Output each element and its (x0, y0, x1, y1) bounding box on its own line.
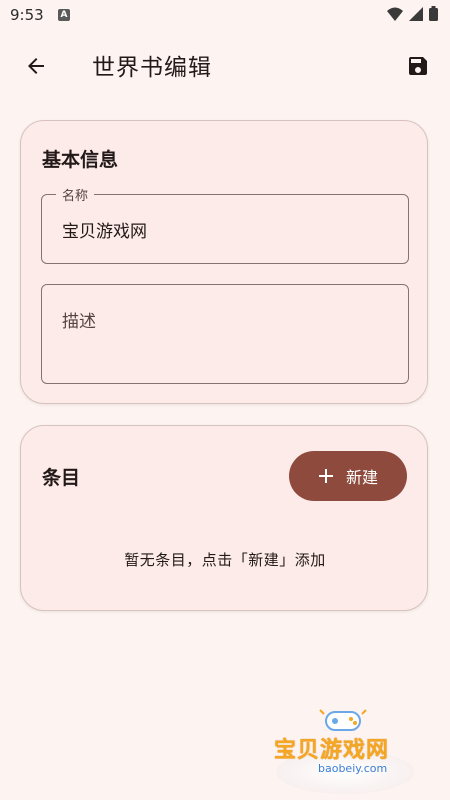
save-icon (409, 57, 427, 75)
status-icons (387, 6, 438, 21)
back-button[interactable] (20, 50, 52, 82)
app-bar: 世界书编辑 (0, 36, 450, 96)
description-field[interactable]: 描述 (41, 284, 409, 384)
basic-info-title: 基本信息 (42, 149, 119, 171)
description-field-placeholder: 描述 (62, 312, 96, 332)
save-button[interactable] (402, 50, 434, 82)
watermark-logo: 宝贝游戏网 baobeiy.com (270, 706, 420, 796)
wifi-icon (387, 7, 403, 21)
name-field-value: 宝贝游戏网 (62, 222, 147, 242)
status-bar: 9:53 A (0, 0, 450, 32)
new-entry-button-label: 新建 (345, 468, 378, 487)
empty-entries-message: 暂无条目，点击「新建」添加 (124, 551, 326, 569)
basic-info-card: 基本信息 名称 宝贝游戏网 描述 (20, 120, 428, 404)
battery-icon (429, 6, 438, 21)
entries-card: 条目 新建 暂无条目，点击「新建」添加 (20, 425, 428, 611)
entries-title: 条目 (42, 467, 81, 489)
name-field[interactable]: 名称 宝贝游戏网 (41, 185, 409, 264)
page-title: 世界书编辑 (92, 55, 212, 81)
signal-icon (409, 6, 423, 21)
new-entry-button[interactable]: 新建 (289, 451, 407, 501)
arrow-back-icon (28, 58, 44, 74)
notification-icon: A (58, 9, 70, 21)
watermark-url: baobeiy.com (318, 762, 388, 775)
status-time: 9:53 (10, 6, 44, 24)
watermark-text: 宝贝游戏网 (274, 738, 390, 763)
plus-icon (318, 469, 333, 483)
name-field-label: 名称 (56, 185, 95, 204)
